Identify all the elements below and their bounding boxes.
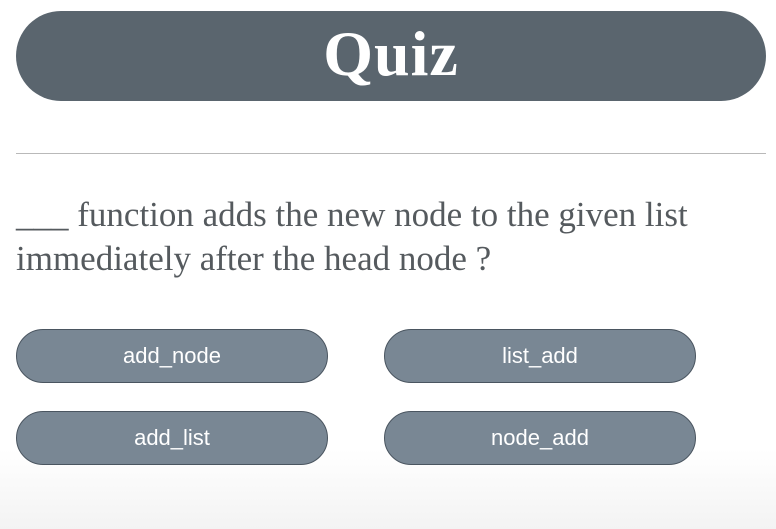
option-button-node-add[interactable]: node_add xyxy=(384,411,696,465)
divider xyxy=(16,153,766,154)
option-button-list-add[interactable]: list_add xyxy=(384,329,696,383)
option-button-add-list[interactable]: add_list xyxy=(16,411,328,465)
page-title: Quiz xyxy=(323,18,459,89)
option-button-add-node[interactable]: add_node xyxy=(16,329,328,383)
question-text: ___ function adds the new node to the gi… xyxy=(16,195,688,278)
title-bar: Quiz xyxy=(16,11,766,101)
quiz-page: Quiz ___ function adds the new node to t… xyxy=(0,0,776,529)
